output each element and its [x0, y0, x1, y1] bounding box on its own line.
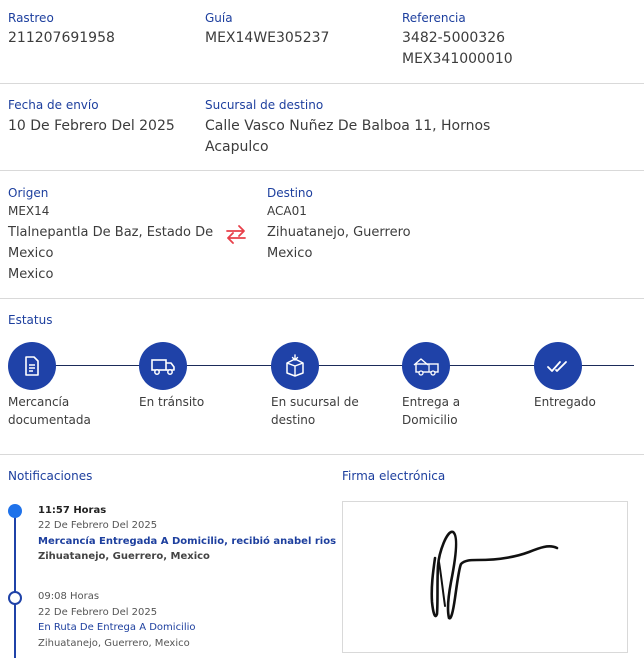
reference-value-1: 3482-5000326 [402, 30, 506, 46]
status-step-documented [8, 342, 56, 390]
notification-location: Zihuatanejo, Guerrero, Mexico [38, 638, 190, 649]
origin-code: MEX14 [8, 204, 50, 218]
notification-location: Zihuatanejo, Guerrero, Mexico [38, 551, 210, 562]
status-step-label-line: Entrega a [402, 395, 461, 409]
destination-code: ACA01 [267, 204, 307, 218]
status-step-label-line: documentada [8, 413, 91, 427]
notification-date: 22 De Febrero Del 2025 [38, 520, 158, 531]
double-check-icon [546, 356, 570, 376]
status-step-label-line: Mercancía [8, 395, 70, 409]
document-icon [21, 355, 43, 377]
status-step-in-transit [139, 342, 187, 390]
tracking-number: 211207691958 [8, 30, 115, 46]
status-label: Estatus [8, 313, 53, 327]
package-icon [283, 354, 307, 378]
status-step-at-branch [271, 342, 319, 390]
status-step-home-delivery [402, 342, 450, 390]
reference-value-2: MEX341000010 [402, 51, 513, 67]
status-step-delivered [534, 342, 582, 390]
signature-label: Firma electrónica [342, 469, 446, 483]
status-step-label: Mercancía documentada [8, 393, 118, 429]
branch-address: Calle Vasco Nuñez De Balboa 11, Hornos [205, 118, 491, 134]
destination-label: Destino [267, 186, 313, 200]
destination-line-1: Zihuatanejo, Guerrero [267, 225, 411, 240]
truck-icon [150, 355, 176, 377]
branch-city: Acapulco [205, 139, 269, 155]
status-step-label: Entregado [534, 393, 644, 411]
notification-message: En Ruta De Entrega A Domicilio [38, 622, 196, 633]
ship-date-value: 10 De Febrero Del 2025 [8, 118, 175, 134]
ship-date-label: Fecha de envío [8, 98, 99, 112]
status-step-label-line: Entregado [534, 395, 596, 409]
status-step-label-line: En tránsito [139, 395, 205, 409]
timeline-line [14, 512, 16, 658]
origin-line-2: Mexico [8, 246, 54, 261]
status-step-label-line: Domicilio [402, 413, 458, 427]
branch-label: Sucursal de destino [205, 98, 324, 112]
origin-line-3: Mexico [8, 267, 54, 282]
divider [0, 170, 644, 171]
signature-box [342, 501, 628, 653]
status-step-label: Entrega a Domicilio [402, 393, 512, 429]
notification-message: Mercancía Entregada A Domicilio, recibió… [38, 536, 337, 547]
status-step-label: En sucursal de destino [271, 393, 381, 429]
guide-label: Guía [205, 11, 233, 25]
tracking-label: Rastreo [8, 11, 54, 25]
timeline-dot [8, 591, 22, 605]
notification-time: 09:08 Horas [38, 591, 100, 602]
delivery-truck-icon [412, 355, 440, 377]
notification-date: 22 De Febrero Del 2025 [38, 607, 158, 618]
notifications-label: Notificaciones [8, 469, 93, 483]
divider [0, 83, 644, 84]
swap-arrows-icon [224, 224, 248, 248]
notification-time: 11:57 Horas [38, 505, 107, 516]
guide-number: MEX14WE305237 [205, 30, 330, 46]
origin-line-1: Tlalnepantla De Baz, Estado De [8, 225, 214, 240]
divider [0, 454, 644, 455]
origin-label: Origen [8, 186, 49, 200]
status-step-label-line: En sucursal de [271, 395, 359, 409]
status-step-label: En tránsito [139, 393, 249, 411]
divider [0, 298, 644, 299]
destination-line-2: Mexico [267, 246, 313, 261]
timeline-dot-current [8, 504, 22, 518]
signature-image [430, 530, 559, 620]
status-step-label-line: destino [271, 413, 316, 427]
reference-label: Referencia [402, 11, 466, 25]
